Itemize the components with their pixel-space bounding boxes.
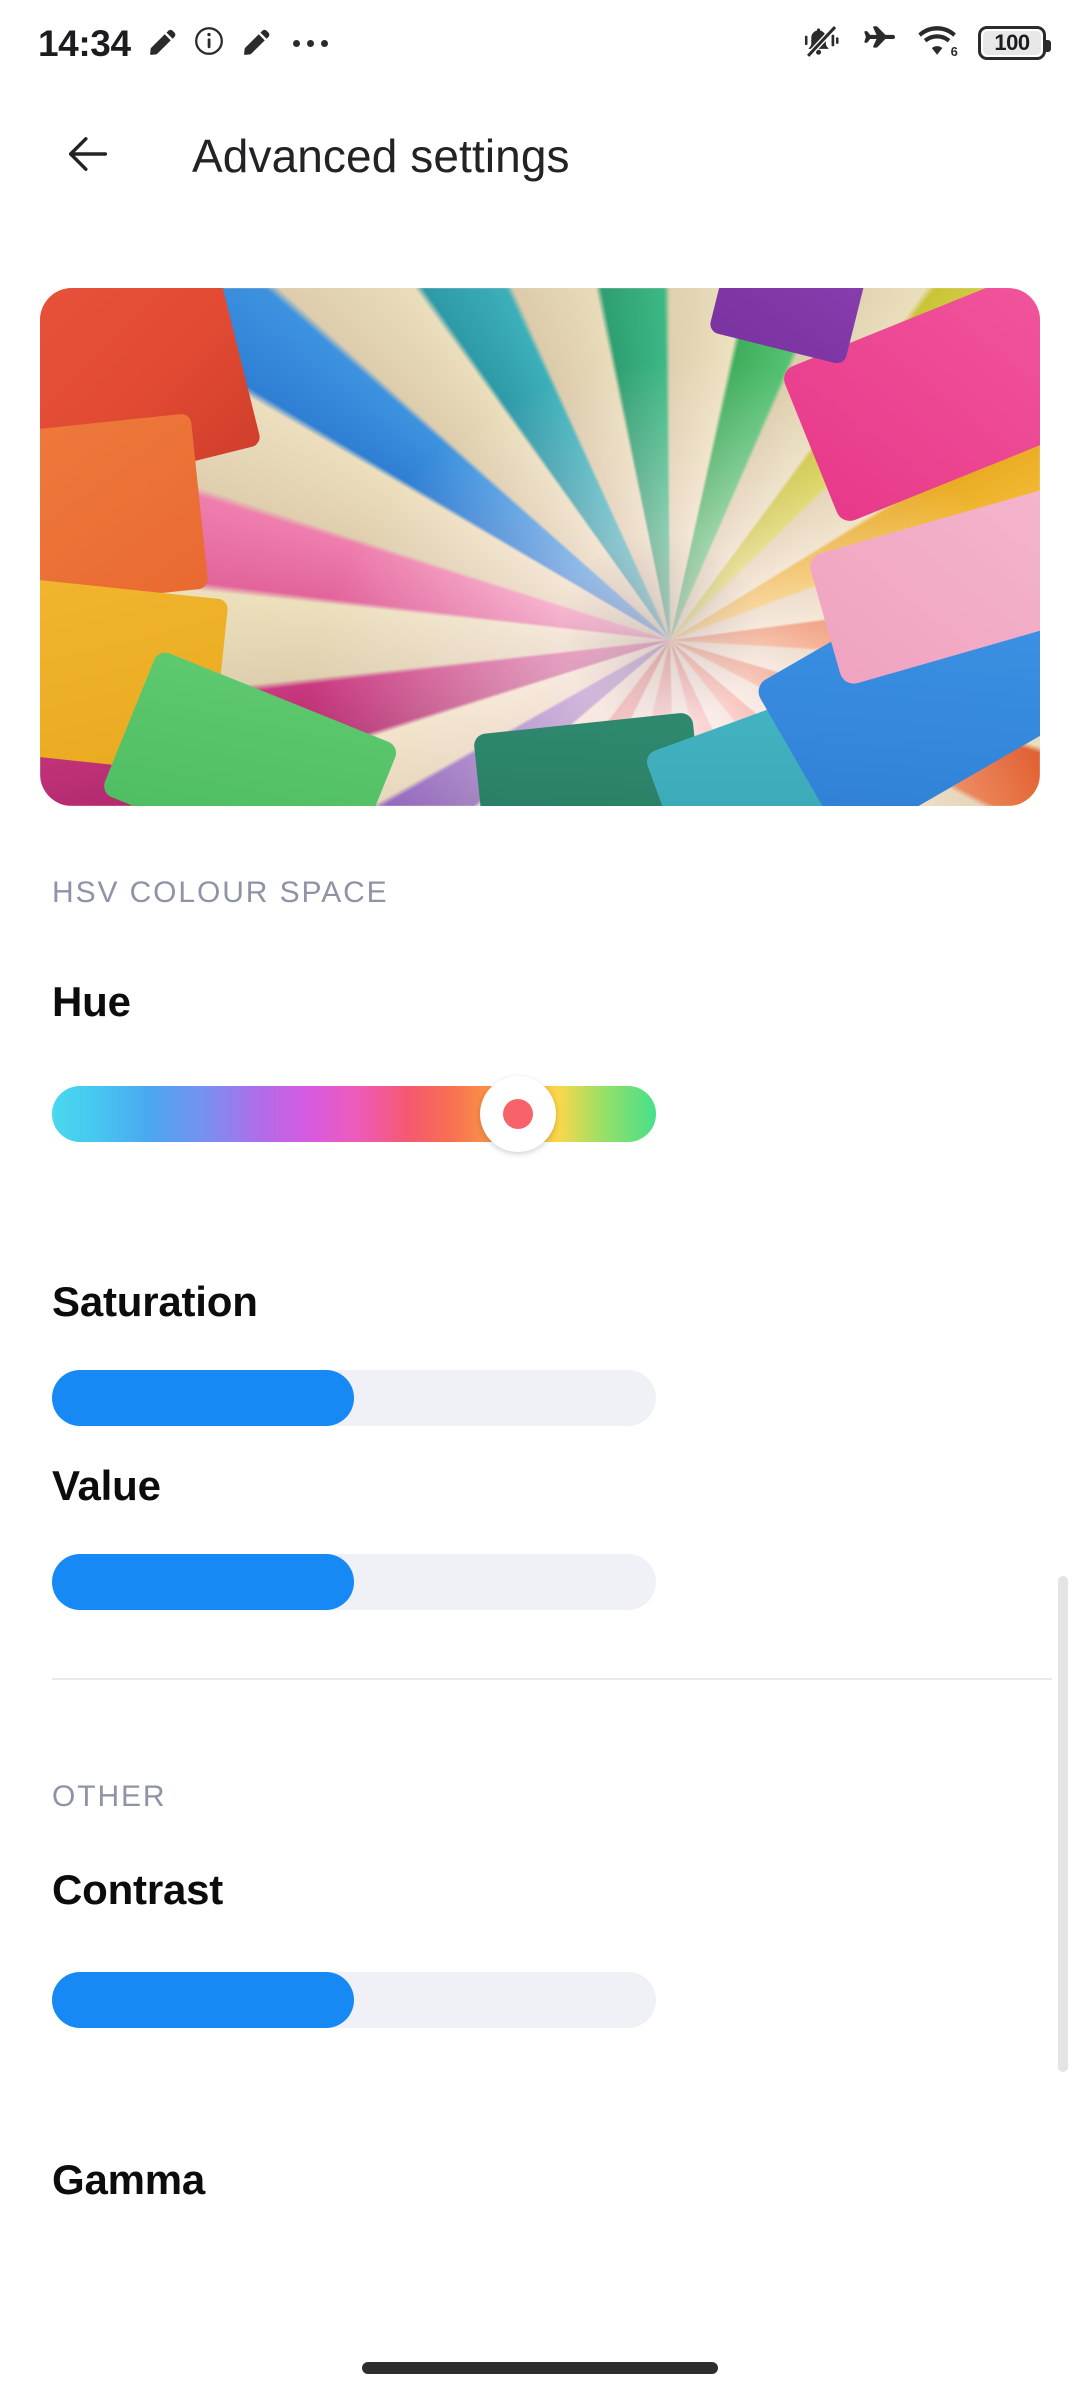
battery-icon: 100 <box>978 26 1046 60</box>
photo-center-shadow <box>40 288 1040 806</box>
info-icon <box>193 25 225 62</box>
pencil-app-icon <box>147 26 177 61</box>
more-dots-icon <box>293 40 328 47</box>
section-divider <box>52 1678 1052 1680</box>
section-header-hsv: HSV COLOUR SPACE <box>52 876 389 910</box>
setting-label-hue: Hue <box>52 978 131 1026</box>
hue-slider-track[interactable] <box>52 1086 656 1142</box>
hue-slider-thumb[interactable] <box>480 1076 556 1152</box>
setting-label-saturation: Saturation <box>52 1278 258 1326</box>
status-bar-left: 14:34 <box>38 25 328 62</box>
status-bar-clock: 14:34 <box>38 25 131 62</box>
airplane-mode-icon <box>862 23 898 64</box>
section-header-other: OTHER <box>52 1780 167 1814</box>
value-slider-fill <box>52 1554 354 1610</box>
pencil-app-icon-2 <box>241 26 271 61</box>
contrast-slider[interactable] <box>52 1972 656 2028</box>
setting-label-contrast: Contrast <box>52 1866 223 1914</box>
status-bar-right: 6 100 <box>804 22 1046 65</box>
app-bar: Advanced settings <box>0 86 1080 226</box>
wifi-6-icon: 6 <box>918 22 958 65</box>
battery-level: 100 <box>994 30 1029 56</box>
contrast-slider-fill <box>52 1972 354 2028</box>
vibrate-off-icon <box>804 22 842 65</box>
back-button[interactable] <box>40 108 136 204</box>
status-bar: 14:34 <box>0 0 1080 86</box>
vertical-scrollbar[interactable] <box>1058 1576 1068 2072</box>
setting-label-gamma: Gamma <box>52 2156 205 2204</box>
image-preview[interactable] <box>40 288 1040 806</box>
value-slider[interactable] <box>52 1554 656 1610</box>
setting-label-value: Value <box>52 1462 161 1510</box>
hue-slider[interactable] <box>52 1086 656 1142</box>
page-title: Advanced settings <box>192 129 570 183</box>
back-arrow-icon <box>62 128 114 185</box>
home-indicator[interactable] <box>362 2362 718 2374</box>
svg-text:6: 6 <box>951 43 958 58</box>
saturation-slider-fill <box>52 1370 354 1426</box>
saturation-slider[interactable] <box>52 1370 656 1426</box>
